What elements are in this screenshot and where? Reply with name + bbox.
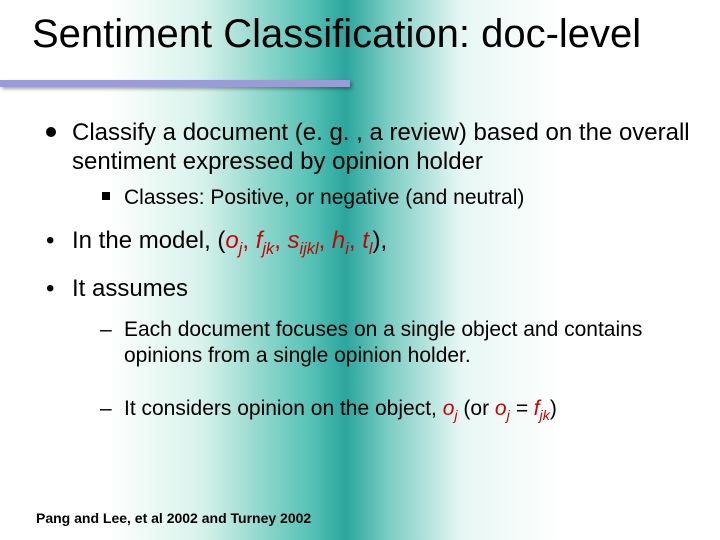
- b3s3: jk: [540, 409, 550, 425]
- var-oj-2: oj: [443, 397, 458, 420]
- bullet-3-text: It assumes: [72, 275, 188, 302]
- bullet-3-sublist: Each document focuses on a single object…: [72, 317, 692, 426]
- content: Classify a document (e. g. , a review) b…: [42, 118, 692, 436]
- footer-citation: Pang and Lee, et al 2002 and Turney 2002: [36, 510, 311, 526]
- b3v1: o: [443, 397, 455, 420]
- var-fjk: fjk: [256, 227, 274, 254]
- bullet-1-sub-1: Classes: Positive, or negative (and neut…: [100, 185, 692, 211]
- bullet-1-lead: Classify a document: [72, 119, 288, 146]
- v1: o: [225, 227, 238, 254]
- v4: h: [332, 227, 345, 254]
- var-oj: oj: [225, 227, 242, 254]
- var-sijkl: sijkl: [288, 227, 319, 254]
- b3s2-end: ): [550, 397, 557, 420]
- bullet-list: Classify a document (e. g. , a review) b…: [42, 118, 692, 426]
- v3: s: [288, 227, 300, 254]
- bullet-2-suffix: ),: [373, 227, 388, 254]
- bullet-1-sub-1-lead: Classes:: [124, 186, 205, 209]
- s3: ijkl: [300, 240, 319, 258]
- b3s2-eq: =: [510, 397, 534, 420]
- bullet-3: It assumes Each document focuses on a si…: [42, 274, 692, 426]
- title-main: Sentiment Classification: [32, 12, 459, 56]
- bullet-3-sub-1-text: Each document focuses on a single object…: [124, 318, 642, 367]
- title-block: Sentiment Classification: doc-level: [32, 12, 704, 57]
- var-oj-3: oj: [495, 397, 510, 420]
- c3: ,: [319, 227, 332, 254]
- c4: ,: [349, 227, 362, 254]
- bullet-1: Classify a document (e. g. , a review) b…: [42, 118, 692, 210]
- var-fjk-2: fjk: [534, 397, 550, 420]
- slide: Sentiment Classification: doc-level Clas…: [0, 0, 720, 540]
- b3s2-prefix: It considers opinion on the object,: [124, 397, 443, 420]
- c1: ,: [242, 227, 255, 254]
- bullet-1-sub-1-rest: Positive, or negative (and neutral): [205, 186, 525, 209]
- var-tl: tl: [362, 227, 372, 254]
- title-sub: : doc-level: [459, 12, 641, 56]
- title-underline: [0, 80, 350, 87]
- bullet-3-sub-2: It considers opinion on the object, oj (…: [100, 396, 692, 426]
- bullet-2-prefix: In the model, (: [72, 227, 225, 254]
- b3v2: o: [495, 397, 507, 420]
- bullet-3-sub-1: Each document focuses on a single object…: [100, 317, 692, 368]
- s2: jk: [262, 240, 274, 258]
- b3s2-mid: (or: [458, 397, 495, 420]
- bullet-2: In the model, (oj, fjk, sijkl, hi, tl),: [42, 226, 692, 260]
- c2: ,: [274, 227, 287, 254]
- bullet-1-sublist: Classes: Positive, or negative (and neut…: [72, 185, 692, 211]
- v5: t: [362, 227, 369, 254]
- var-hi: hi: [332, 227, 349, 254]
